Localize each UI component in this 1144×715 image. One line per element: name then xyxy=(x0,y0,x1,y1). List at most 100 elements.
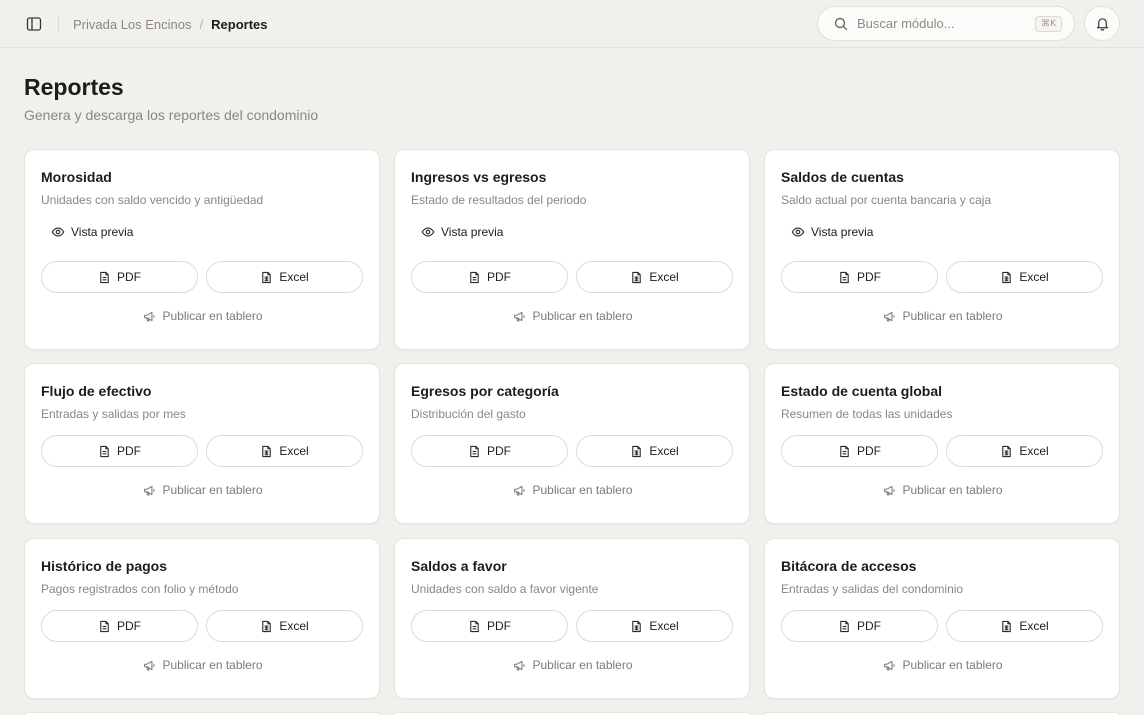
excel-download-button[interactable]: Excel xyxy=(206,435,363,467)
megaphone-icon xyxy=(883,659,896,672)
publish-to-board-button[interactable]: Publicar en tablero xyxy=(765,658,1121,672)
pdf-download-button[interactable]: PDF xyxy=(781,435,938,467)
excel-label: Excel xyxy=(279,619,309,633)
report-description: Distribución del gasto xyxy=(411,407,526,421)
topbar-divider xyxy=(58,15,59,33)
report-title: Saldos de cuentas xyxy=(781,169,904,185)
report-title: Saldos a favor xyxy=(411,558,507,574)
report-title: Estado de cuenta global xyxy=(781,383,943,399)
pdf-label: PDF xyxy=(857,270,881,284)
publish-to-board-button[interactable]: Publicar en tablero xyxy=(25,658,381,672)
report-description: Unidades con saldo a favor vigente xyxy=(411,582,599,596)
pdf-label: PDF xyxy=(117,444,141,458)
excel-label: Excel xyxy=(649,270,679,284)
spreadsheet-icon xyxy=(1000,445,1013,458)
pdf-download-button[interactable]: PDF xyxy=(411,261,568,293)
spreadsheet-icon xyxy=(630,271,643,284)
publish-to-board-button[interactable]: Publicar en tablero xyxy=(765,483,1121,497)
pdf-label: PDF xyxy=(857,444,881,458)
publish-to-board-button[interactable]: Publicar en tablero xyxy=(395,483,751,497)
preview-link[interactable]: Vista previa xyxy=(791,225,873,239)
pdf-label: PDF xyxy=(487,444,511,458)
publish-label: Publicar en tablero xyxy=(902,483,1003,497)
megaphone-icon xyxy=(513,310,526,323)
pdf-download-button[interactable]: PDF xyxy=(781,610,938,642)
publish-label: Publicar en tablero xyxy=(902,309,1003,323)
excel-download-button[interactable]: Excel xyxy=(206,261,363,293)
top-bar: Privada Los Encinos / Reportes ⌘K xyxy=(0,0,1144,48)
publish-label: Publicar en tablero xyxy=(162,658,263,672)
document-icon xyxy=(98,445,111,458)
spreadsheet-icon xyxy=(630,445,643,458)
breadcrumb-parent-link[interactable]: Privada Los Encinos xyxy=(73,17,192,32)
report-card: Egresos por categoría Distribución del ga… xyxy=(394,363,750,524)
document-icon xyxy=(98,620,111,633)
spreadsheet-icon xyxy=(260,271,273,284)
excel-download-button[interactable]: Excel xyxy=(946,261,1103,293)
publish-to-board-button[interactable]: Publicar en tablero xyxy=(765,309,1121,323)
excel-label: Excel xyxy=(279,270,309,284)
publish-to-board-button[interactable]: Publicar en tablero xyxy=(395,309,751,323)
excel-download-button[interactable]: Excel xyxy=(576,610,733,642)
pdf-label: PDF xyxy=(117,619,141,633)
publish-label: Publicar en tablero xyxy=(902,658,1003,672)
preview-label: Vista previa xyxy=(811,225,874,239)
spreadsheet-icon xyxy=(1000,620,1013,633)
publish-label: Publicar en tablero xyxy=(532,483,633,497)
eye-icon xyxy=(791,225,805,239)
preview-link[interactable]: Vista previa xyxy=(421,225,503,239)
publish-to-board-button[interactable]: Publicar en tablero xyxy=(25,309,381,323)
sidebar-toggle-icon[interactable] xyxy=(22,12,46,36)
report-description: Entradas y salidas del condominio xyxy=(781,582,964,596)
search-icon xyxy=(834,17,848,31)
excel-download-button[interactable]: Excel xyxy=(576,261,733,293)
preview-label: Vista previa xyxy=(441,225,504,239)
page-subtitle: Genera y descarga los reportes del condo… xyxy=(24,107,319,123)
report-title: Ingresos vs egresos xyxy=(411,169,547,185)
report-card: Flujo de efectivo Entradas y salidas por … xyxy=(24,363,380,524)
preview-link[interactable]: Vista previa xyxy=(51,225,133,239)
pdf-download-button[interactable]: PDF xyxy=(41,435,198,467)
search-box[interactable]: ⌘K xyxy=(817,6,1075,41)
notifications-button[interactable] xyxy=(1084,6,1120,41)
pdf-download-button[interactable]: PDF xyxy=(41,610,198,642)
report-description: Resumen de todas las unidades xyxy=(781,407,953,421)
spreadsheet-icon xyxy=(1000,271,1013,284)
megaphone-icon xyxy=(143,484,156,497)
report-card: Bitácora de accesos Entradas y salidas de… xyxy=(764,538,1120,699)
report-card: Morosidad Unidades con saldo vencido y an… xyxy=(24,149,380,350)
publish-label: Publicar en tablero xyxy=(532,309,633,323)
pdf-download-button[interactable]: PDF xyxy=(411,435,568,467)
excel-label: Excel xyxy=(279,444,309,458)
megaphone-icon xyxy=(883,310,896,323)
pdf-label: PDF xyxy=(487,619,511,633)
document-icon xyxy=(468,271,481,284)
report-card: Saldos de cuentas Saldo actual por cuenta… xyxy=(764,149,1120,350)
report-description: Entradas y salidas por mes xyxy=(41,407,186,421)
report-title: Bitácora de accesos xyxy=(781,558,917,574)
publish-to-board-button[interactable]: Publicar en tablero xyxy=(395,658,751,672)
document-icon xyxy=(468,620,481,633)
report-description: Saldo actual por cuenta bancaria y caja xyxy=(781,193,992,207)
excel-label: Excel xyxy=(649,619,679,633)
bell-icon xyxy=(1095,16,1110,31)
excel-download-button[interactable]: Excel xyxy=(576,435,733,467)
pdf-download-button[interactable]: PDF xyxy=(781,261,938,293)
report-title: Egresos por categoría xyxy=(411,383,559,399)
report-title: Morosidad xyxy=(41,169,112,185)
search-input[interactable] xyxy=(857,13,1036,34)
excel-download-button[interactable]: Excel xyxy=(946,610,1103,642)
breadcrumb-current: Reportes xyxy=(211,16,268,32)
document-icon xyxy=(838,271,851,284)
pdf-download-button[interactable]: PDF xyxy=(41,261,198,293)
report-card: Estado de cuenta global Resumen de todas … xyxy=(764,363,1120,524)
excel-download-button[interactable]: Excel xyxy=(206,610,363,642)
publish-to-board-button[interactable]: Publicar en tablero xyxy=(25,483,381,497)
pdf-label: PDF xyxy=(857,619,881,633)
report-description: Estado de resultados del periodo xyxy=(411,193,587,207)
excel-download-button[interactable]: Excel xyxy=(946,435,1103,467)
spreadsheet-icon xyxy=(260,620,273,633)
search-shortcut-badge: ⌘K xyxy=(1035,15,1062,32)
pdf-download-button[interactable]: PDF xyxy=(411,610,568,642)
breadcrumb-separator: / xyxy=(199,16,204,32)
